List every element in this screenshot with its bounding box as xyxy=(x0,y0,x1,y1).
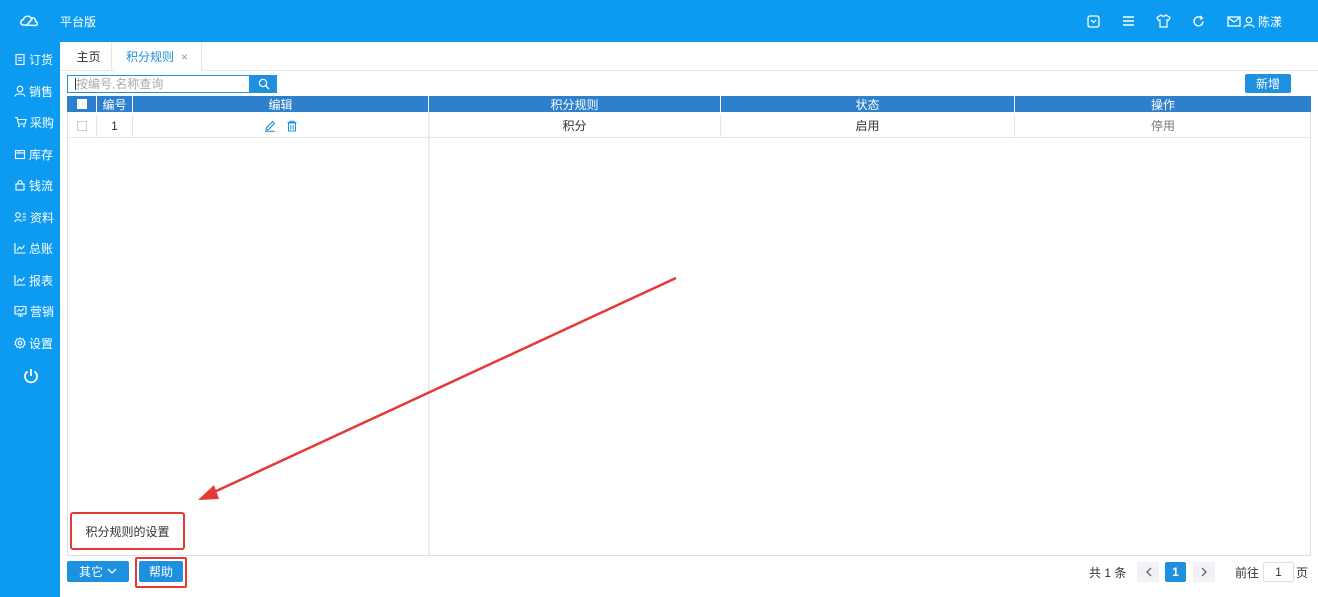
close-icon[interactable]: × xyxy=(181,50,188,64)
tab-points-rules-label: 积分规则 xyxy=(126,50,175,64)
user-menu[interactable]: 陈漾 xyxy=(1243,13,1282,30)
cloud-logo-icon xyxy=(20,15,39,27)
monitor-icon xyxy=(14,305,27,317)
cart-icon xyxy=(15,116,27,128)
header-status[interactable]: 状态 xyxy=(721,96,1015,112)
data-grid xyxy=(67,96,1311,556)
lock-bag-icon xyxy=(15,179,25,191)
sidebar-item-settings[interactable]: 设置 xyxy=(0,331,60,355)
next-page-button[interactable] xyxy=(1193,562,1215,582)
goto-label: 前往 xyxy=(1235,566,1260,580)
header-action: 操作 xyxy=(1150,97,1175,112)
row-select[interactable] xyxy=(67,114,97,137)
sidebar-item-label: 库存 xyxy=(29,147,54,162)
sidebar-item-purchase[interactable]: 采购 xyxy=(0,110,60,134)
other-dropdown-button[interactable]: 其它 xyxy=(67,561,129,582)
text-cursor xyxy=(75,78,76,90)
row-index: 1 xyxy=(97,114,133,137)
sidebar-item-order[interactable]: 订货 xyxy=(0,47,60,71)
sidebar-item-reports[interactable]: 报表 xyxy=(0,268,60,292)
disable-link[interactable]: 停用 xyxy=(1015,114,1311,137)
select-all-checkbox[interactable] xyxy=(76,99,87,109)
header-rule[interactable]: 积分规则 xyxy=(429,96,721,112)
sidebar-item-label: 资料 xyxy=(30,210,55,225)
row-rule: 积分 xyxy=(429,114,721,137)
sidebar-item-label: 设置 xyxy=(29,336,54,351)
chart-icon xyxy=(14,243,26,254)
sidebar-item-label: 销售 xyxy=(29,84,54,99)
goto-page-input[interactable] xyxy=(1263,562,1294,582)
header-select-all[interactable] xyxy=(67,96,97,112)
prev-page-button[interactable] xyxy=(1137,562,1159,582)
power-icon[interactable] xyxy=(22,367,40,385)
sidebar-item-label: 总账 xyxy=(29,241,54,256)
tab-home-label: 主页 xyxy=(76,50,101,64)
tab-points-rules[interactable]: 积分规则 × xyxy=(114,42,202,71)
tab-bar: 主页 积分规则 × xyxy=(60,42,1318,71)
sidebar-item-inventory[interactable]: 库存 xyxy=(0,142,60,166)
app-title: 平台版 xyxy=(60,15,97,29)
other-label: 其它 xyxy=(78,565,103,579)
delete-trash-icon[interactable] xyxy=(286,120,298,132)
tab-home[interactable]: 主页 xyxy=(66,42,112,71)
box-icon xyxy=(14,149,26,160)
sidebar-item-ledger[interactable]: 总账 xyxy=(0,236,60,260)
help-tooltip: 积分规则的设置 xyxy=(70,512,185,550)
sidebar: 订货 销售 采购 库存 钱流 资料 总账 报表 营销 设置 xyxy=(0,42,60,597)
sidebar-item-marketing[interactable]: 营销 xyxy=(0,299,60,323)
chevron-right-icon xyxy=(1201,567,1207,577)
sidebar-item-label: 采购 xyxy=(30,115,55,130)
person-icon xyxy=(14,85,26,97)
row-status: 启用 xyxy=(721,114,1015,137)
message-box-icon[interactable] xyxy=(1076,12,1111,30)
chevron-down-icon xyxy=(107,568,117,574)
grid-header: 编号 编辑 积分规则 状态 操作 xyxy=(67,96,1311,112)
row-edit-actions xyxy=(133,114,429,137)
pager-total: 共 1 条 xyxy=(1089,566,1127,580)
sidebar-item-label: 营销 xyxy=(30,304,55,319)
menu-list-icon[interactable] xyxy=(1111,12,1146,30)
sidebar-item-data[interactable]: 资料 xyxy=(0,205,60,229)
header-edit: 编辑 xyxy=(133,96,429,112)
help-button[interactable]: 帮助 xyxy=(139,561,183,582)
add-button[interactable]: 新增 xyxy=(1245,74,1291,93)
top-bar: 平台版 陈漾 xyxy=(0,0,1318,42)
gear-icon xyxy=(14,337,26,349)
search-icon xyxy=(258,78,269,90)
search-button[interactable] xyxy=(250,75,277,93)
row-checkbox[interactable] xyxy=(76,120,87,131)
table-row[interactable]: 1 积分 启用 停用 xyxy=(67,114,1311,138)
sidebar-item-label: 报表 xyxy=(29,273,54,288)
chevron-left-icon xyxy=(1145,567,1151,577)
sidebar-item-sales[interactable]: 销售 xyxy=(0,79,60,103)
refresh-icon[interactable] xyxy=(1181,12,1216,30)
search-input[interactable] xyxy=(67,75,250,93)
frozen-column-divider xyxy=(428,112,430,555)
user-icon xyxy=(1243,16,1255,28)
profile-icon xyxy=(14,212,26,223)
shirt-icon[interactable] xyxy=(1146,12,1181,30)
sidebar-item-label: 钱流 xyxy=(29,178,54,193)
sidebar-item-cashflow[interactable]: 钱流 xyxy=(0,173,60,197)
sidebar-item-label: 订货 xyxy=(29,52,54,67)
page-unit-label: 页 xyxy=(1296,566,1309,580)
chart-icon xyxy=(14,275,26,286)
help-tooltip-text: 积分规则的设置 xyxy=(85,524,170,539)
edit-pencil-icon[interactable] xyxy=(264,120,276,132)
user-name: 陈漾 xyxy=(1258,15,1283,29)
header-index: 编号 xyxy=(97,96,133,112)
page-number-current[interactable]: 1 xyxy=(1165,562,1186,582)
clipboard-icon xyxy=(15,53,25,65)
